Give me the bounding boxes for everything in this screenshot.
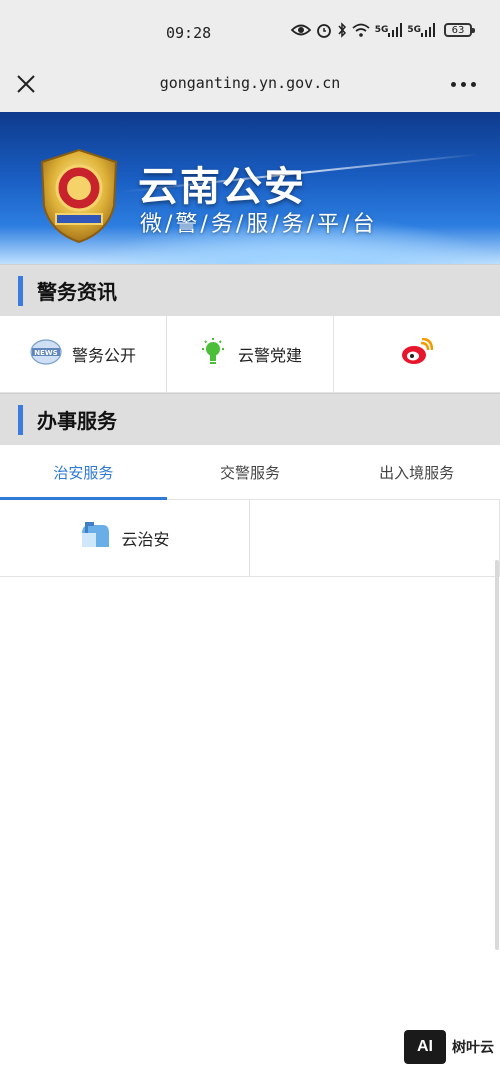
wifi-icon [352,23,370,37]
mailbox-icon [79,521,111,555]
news-item-party-building[interactable]: 云警党建 [167,316,334,392]
watermark-logo: AI [404,1030,446,1064]
section-header-news: 警务资讯 [0,264,500,316]
signal-5g-icon-2: 5G [407,23,435,37]
news-item-police-affairs[interactable]: NEWS 警务公开 [0,316,167,392]
page-url: gonganting.yn.gov.cn [159,74,341,92]
news-item-label: 云警党建 [237,346,302,365]
service-item-empty [250,500,500,576]
tab-public-security[interactable]: 治安服务 [0,445,167,500]
weibo-icon [401,337,434,370]
tab-traffic-police[interactable]: 交警服务 [167,445,334,499]
section-title: 办事服务 [37,409,117,433]
news-links: NEWS 警务公开 云警党建 [0,316,500,393]
status-icons: 5G 5G 63 [290,22,475,38]
banner-title: 云南公安 [138,164,306,210]
tab-entry-exit[interactable]: 出入境服务 [333,445,500,499]
alarm-icon [316,22,332,38]
news-item-label: 警务公开 [71,346,136,365]
more-options-icon[interactable] [451,82,476,87]
signal-5g-icon: 5G [375,23,403,37]
browser-nav-bar: gonganting.yn.gov.cn [0,60,500,112]
svg-text:NEWS: NEWS [34,349,57,357]
eye-icon [290,23,311,37]
service-item-label: 云治安 [121,530,170,549]
banner-subtitle: 微/警/务/服/务/平/台 [140,212,378,237]
hero-banner: 云南公安 微/警/务/服/务/平/台 [0,112,500,264]
watermark: AI 树叶云 [404,1030,494,1064]
section-title: 警务资讯 [37,280,117,304]
status-bar: 09:28 5G 5G 63 [0,0,500,60]
service-tabs: 治安服务 交警服务 出入境服务 [0,445,500,500]
service-grid: 云治安 [0,500,500,577]
police-emblem-icon [40,148,118,244]
watermark-text: 树叶云 [452,1040,494,1056]
battery-icon: 63 [444,23,475,37]
scrollbar[interactable] [495,560,499,950]
bluetooth-icon [337,22,347,38]
status-time: 09:28 [166,24,212,42]
news-item-weibo[interactable] [334,316,500,392]
section-header-services: 办事服务 [0,393,500,445]
service-item-cloud-security[interactable]: 云治安 [0,500,250,576]
lightbulb-icon [198,337,228,371]
news-icon: NEWS [30,338,62,370]
